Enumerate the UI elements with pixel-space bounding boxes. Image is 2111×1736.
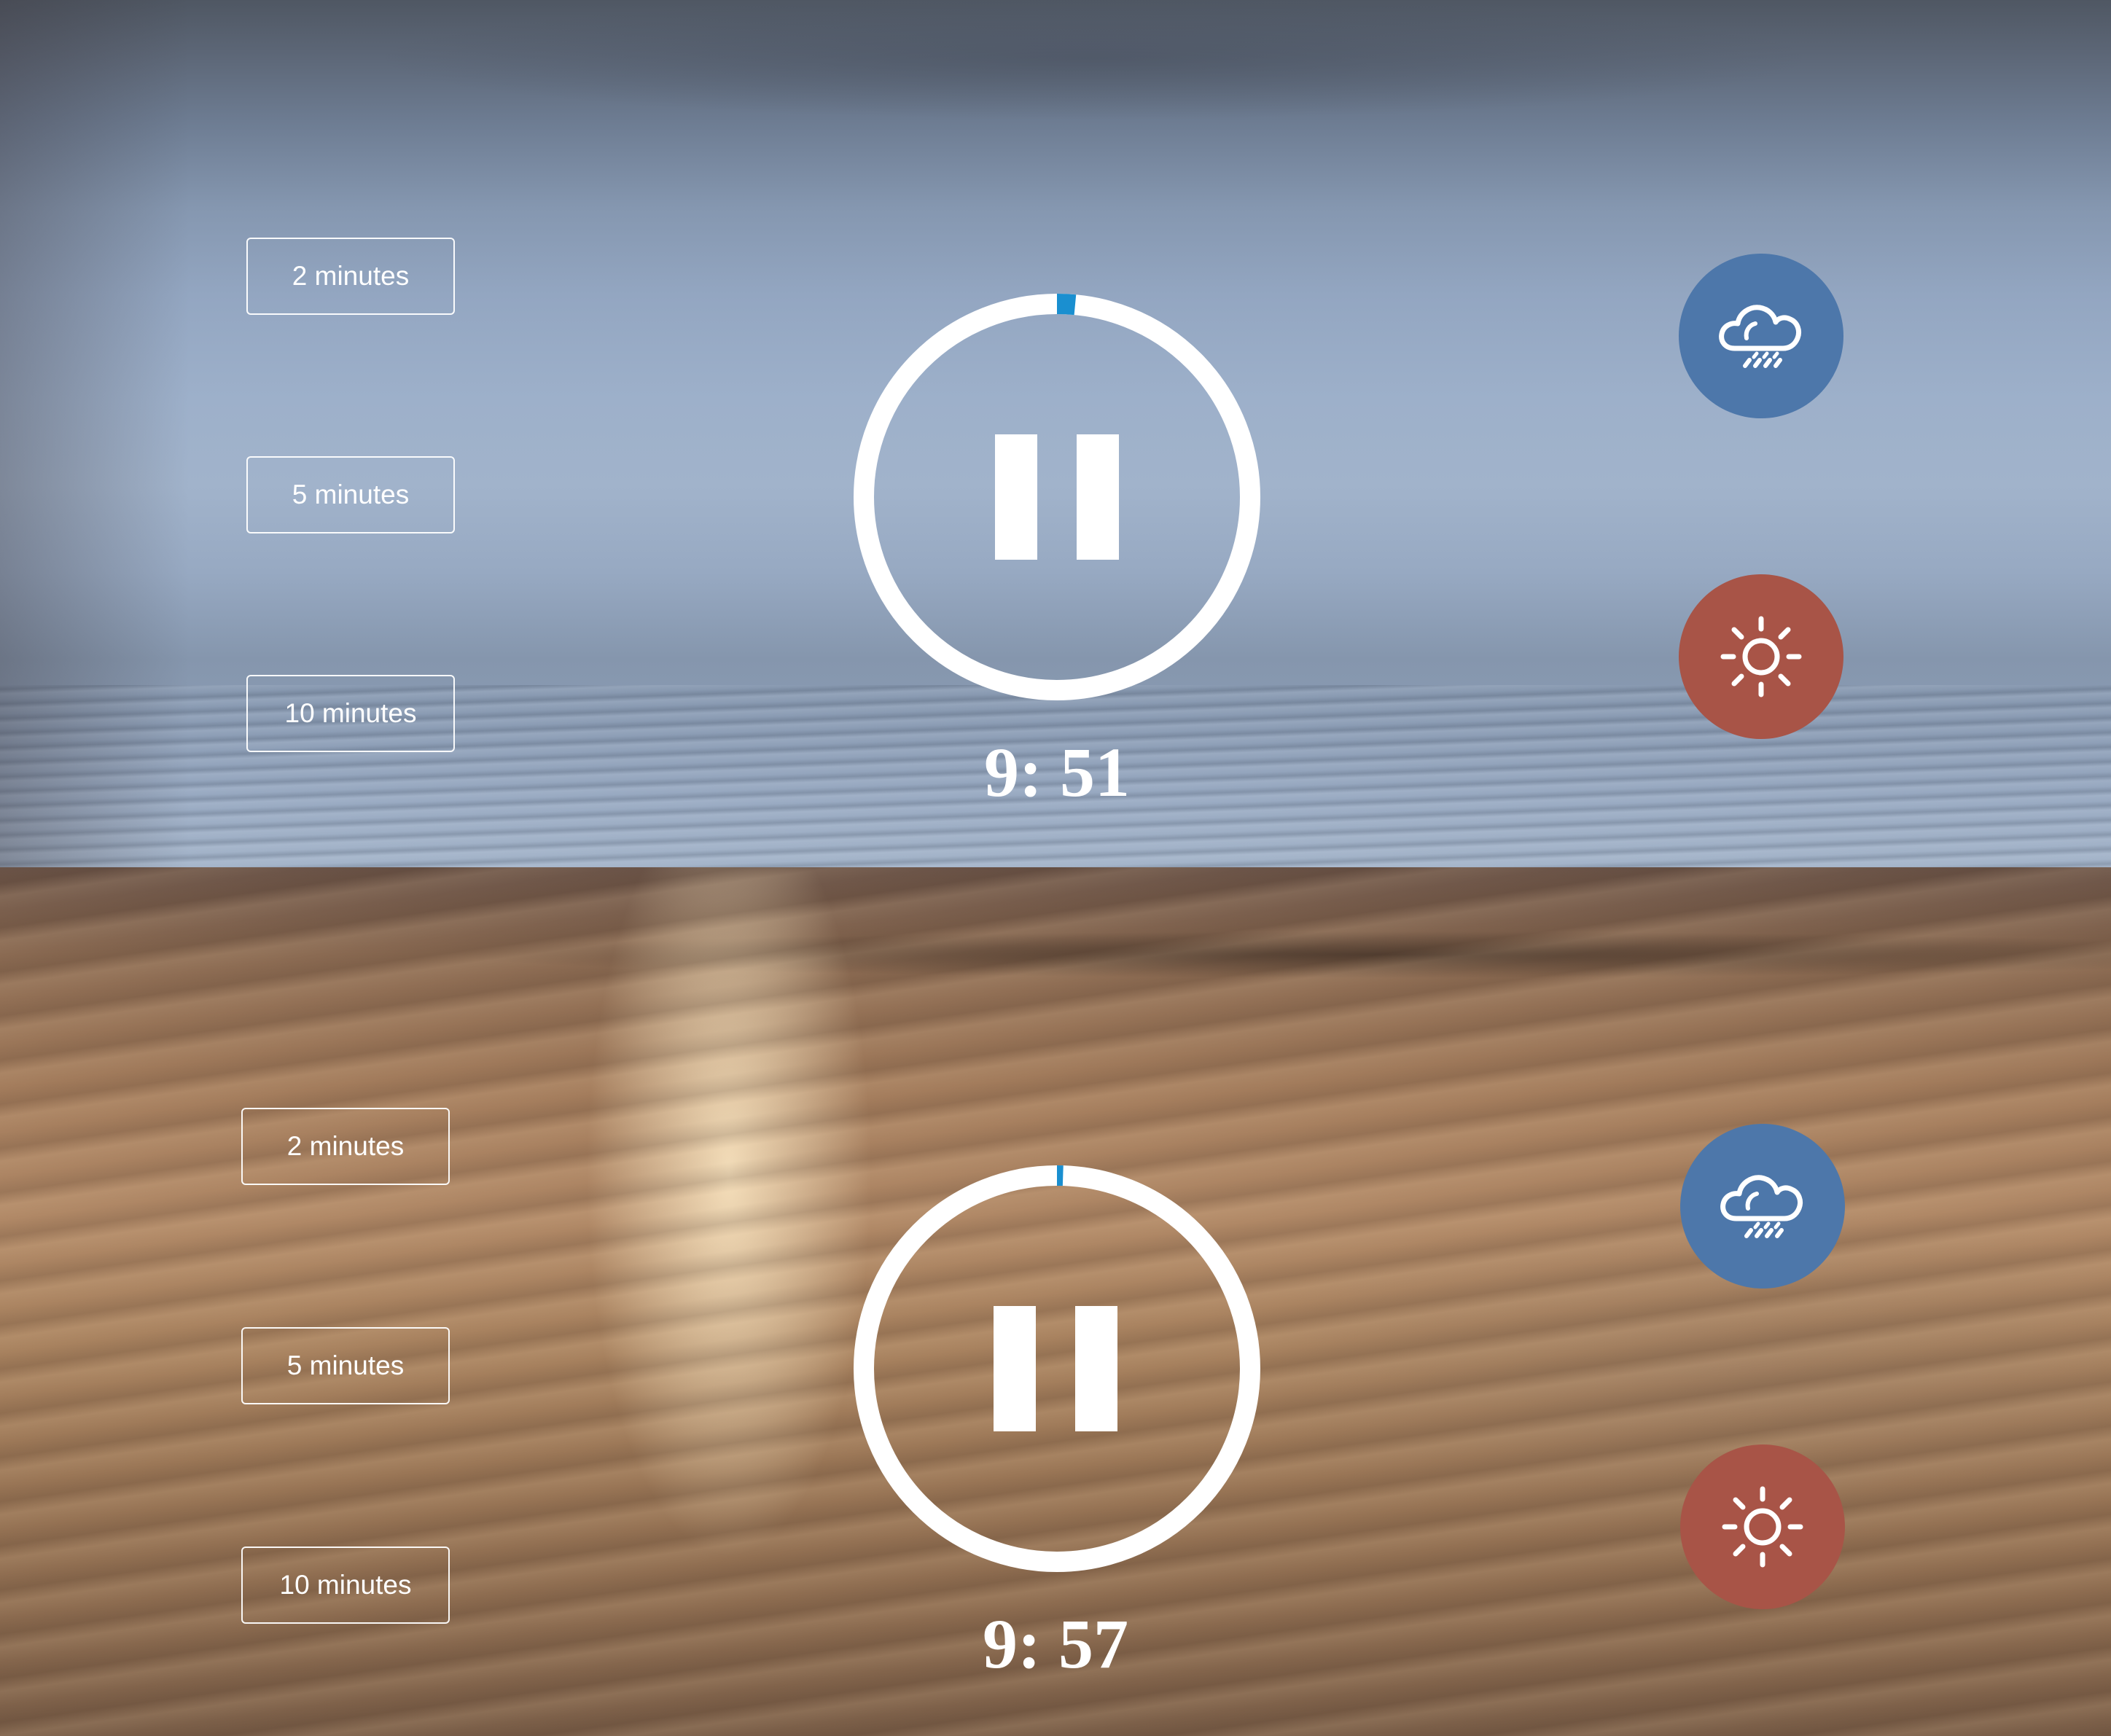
rain-cloud-icon bbox=[1719, 305, 1802, 368]
duration-5-minutes-button[interactable]: 5 minutes bbox=[246, 456, 455, 533]
countdown-time: 9: 57 bbox=[983, 1605, 1128, 1683]
timer-track-circle bbox=[854, 1165, 1260, 1572]
rain-cloud-icon bbox=[1720, 1175, 1803, 1238]
timer-progress-ring bbox=[854, 294, 1260, 700]
sun-icon bbox=[1720, 616, 1802, 697]
countdown-time: 9: 51 bbox=[984, 733, 1130, 811]
rain-theme-button[interactable] bbox=[1679, 254, 1843, 418]
duration-2-minutes-button[interactable]: 2 minutes bbox=[246, 238, 455, 315]
pause-icon bbox=[995, 434, 1119, 560]
duration-2-minutes-button[interactable]: 2 minutes bbox=[241, 1108, 450, 1185]
sun-theme-button[interactable] bbox=[1679, 574, 1843, 739]
rain-theme-button[interactable] bbox=[1680, 1124, 1845, 1289]
timer-progress-ring bbox=[854, 1165, 1260, 1572]
sun-scene-panel: 2 minutes 5 minutes 10 minutes 9: 57 bbox=[0, 867, 2111, 1736]
sun-icon bbox=[1722, 1486, 1803, 1568]
rain-scene-panel: 2 minutes 5 minutes 10 minutes 9: 51 bbox=[0, 0, 2111, 867]
duration-10-minutes-button[interactable]: 10 minutes bbox=[246, 675, 455, 752]
meditation-app-stage: 2 minutes 5 minutes 10 minutes 9: 51 2 m… bbox=[0, 0, 2111, 1736]
duration-10-minutes-button[interactable]: 10 minutes bbox=[241, 1547, 450, 1624]
play-pause-button[interactable] bbox=[853, 1165, 1261, 1573]
play-pause-button[interactable] bbox=[853, 293, 1261, 701]
sun-theme-button[interactable] bbox=[1680, 1444, 1845, 1609]
duration-5-minutes-button[interactable]: 5 minutes bbox=[241, 1327, 450, 1404]
timer-track-circle bbox=[854, 294, 1260, 700]
pause-icon bbox=[994, 1306, 1117, 1431]
